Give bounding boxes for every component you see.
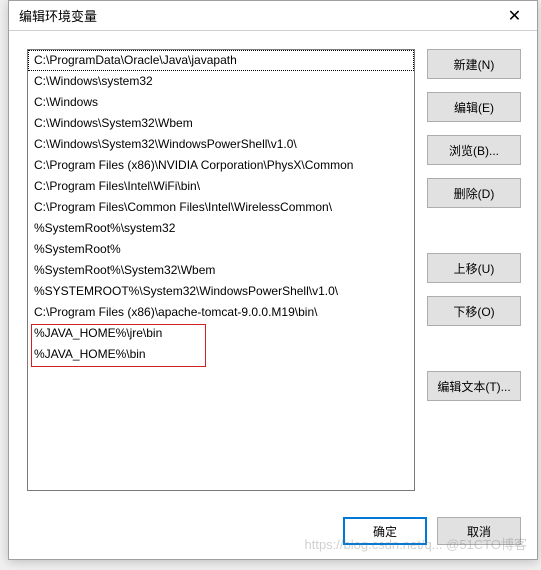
list-item[interactable]: %JAVA_HOME%\bin bbox=[28, 344, 414, 365]
dialog-footer: 确定 取消 bbox=[343, 517, 521, 545]
delete-button[interactable]: 删除(D) bbox=[427, 178, 521, 208]
list-item[interactable]: C:\Program Files (x86)\apache-tomcat-9.0… bbox=[28, 302, 414, 323]
button-column: 新建(N) 编辑(E) 浏览(B)... 删除(D) 上移(U) 下移(O) 编… bbox=[427, 49, 521, 414]
list-item[interactable]: %SystemRoot%\System32\Wbem bbox=[28, 260, 414, 281]
move-up-button[interactable]: 上移(U) bbox=[427, 253, 521, 283]
list-item[interactable]: C:\Program Files (x86)\NVIDIA Corporatio… bbox=[28, 155, 414, 176]
path-listbox[interactable]: C:\ProgramData\Oracle\Java\javapath C:\W… bbox=[27, 49, 415, 491]
list-item[interactable]: C:\Windows\System32\Wbem bbox=[28, 113, 414, 134]
edit-env-var-dialog: 编辑环境变量 ✕ C:\ProgramData\Oracle\Java\java… bbox=[8, 0, 538, 560]
list-item[interactable]: %SystemRoot% bbox=[28, 239, 414, 260]
background-fragment bbox=[0, 0, 8, 570]
titlebar: 编辑环境变量 ✕ bbox=[9, 1, 537, 31]
list-item[interactable]: C:\Program Files\Intel\WiFi\bin\ bbox=[28, 176, 414, 197]
close-icon: ✕ bbox=[508, 6, 521, 26]
list-item[interactable]: %JAVA_HOME%\jre\bin bbox=[28, 323, 414, 344]
list-item[interactable]: C:\Windows\system32 bbox=[28, 71, 414, 92]
close-button[interactable]: ✕ bbox=[492, 1, 537, 31]
ok-button[interactable]: 确定 bbox=[343, 517, 427, 545]
cancel-button[interactable]: 取消 bbox=[437, 517, 521, 545]
browse-button[interactable]: 浏览(B)... bbox=[427, 135, 521, 165]
list-item[interactable]: C:\ProgramData\Oracle\Java\javapath bbox=[28, 50, 414, 71]
edit-button[interactable]: 编辑(E) bbox=[427, 92, 521, 122]
list-item[interactable]: C:\Windows bbox=[28, 92, 414, 113]
move-down-button[interactable]: 下移(O) bbox=[427, 296, 521, 326]
list-item[interactable]: C:\Windows\System32\WindowsPowerShell\v1… bbox=[28, 134, 414, 155]
dialog-content: C:\ProgramData\Oracle\Java\javapath C:\W… bbox=[9, 31, 537, 559]
dialog-title: 编辑环境变量 bbox=[19, 6, 97, 25]
new-button[interactable]: 新建(N) bbox=[427, 49, 521, 79]
list-item[interactable]: %SYSTEMROOT%\System32\WindowsPowerShell\… bbox=[28, 281, 414, 302]
list-item[interactable]: %SystemRoot%\system32 bbox=[28, 218, 414, 239]
list-item[interactable]: C:\Program Files\Common Files\Intel\Wire… bbox=[28, 197, 414, 218]
edit-text-button[interactable]: 编辑文本(T)... bbox=[427, 371, 521, 401]
